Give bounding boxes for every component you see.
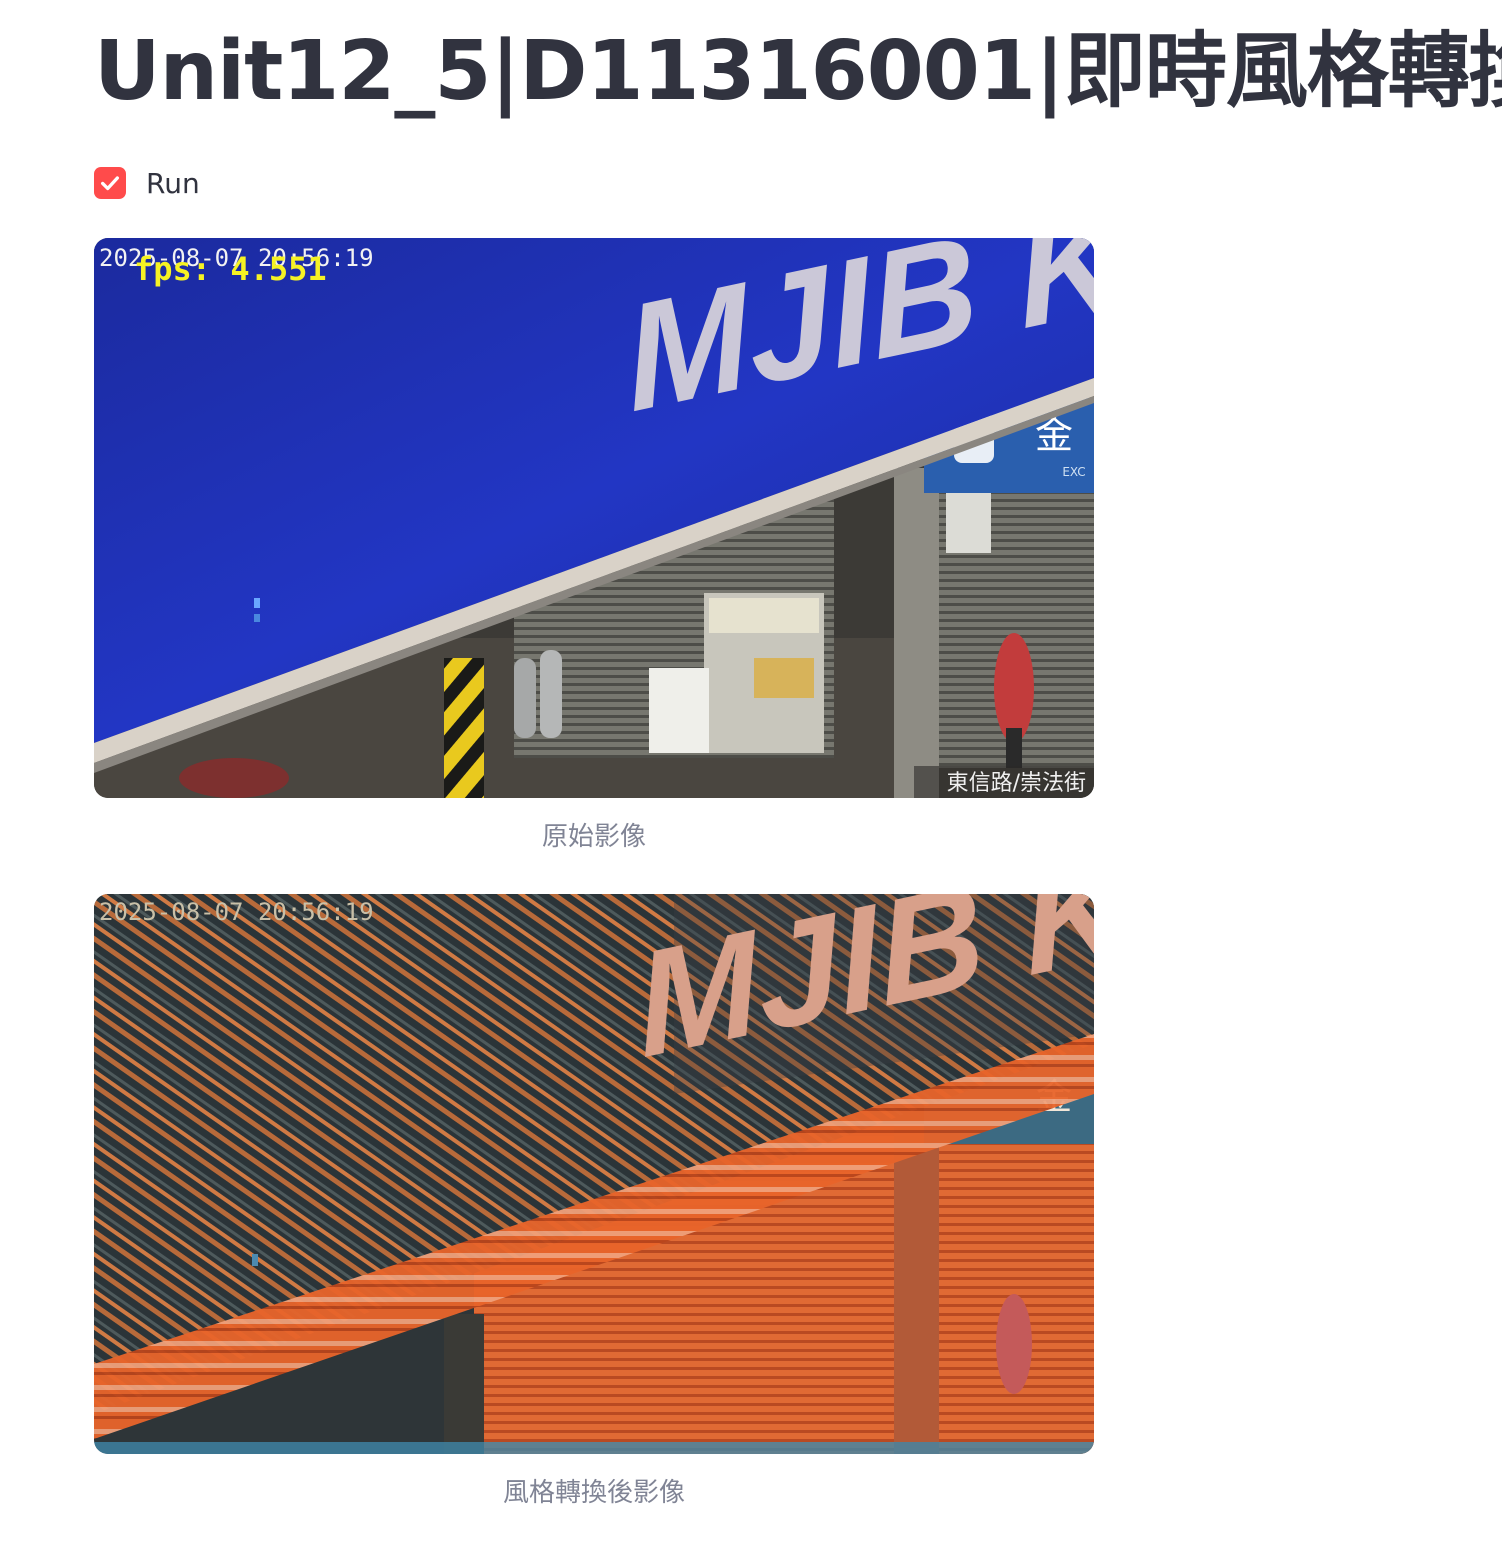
checkbox-checked-icon[interactable]: [94, 167, 126, 199]
checkmark-icon: [101, 176, 119, 191]
fps-overlay: fps: 4.551: [134, 250, 327, 288]
styled-image: 金 MJIB Keelung 2025-08-07 20:56:19: [94, 894, 1094, 1454]
location-overlay: 東信路/崇法街: [947, 771, 1086, 796]
run-checkbox[interactable]: Run: [94, 166, 200, 200]
styled-video-frame: 金 MJIB Keelung 2025-08-07 20:56:19: [94, 894, 1094, 1454]
page-title: Unit12_5|D11316001|即時風格轉換: [94, 24, 1502, 119]
original-image: 金 EXC MJIB Keeling 2025-08-07 20:56:19 f…: [94, 238, 1094, 798]
styled-image-caption: 風格轉換後影像: [502, 1478, 685, 1508]
original-video-frame: 金 EXC MJIB Keeling 2025-08-07 20:56:19 f…: [94, 238, 1094, 798]
original-image-caption: 原始影像: [541, 822, 646, 852]
styled-timestamp-overlay: 2025-08-07 20:56:19: [99, 898, 374, 926]
shop-sign-subtext: EXC: [1062, 465, 1085, 479]
run-label: Run: [146, 166, 200, 200]
